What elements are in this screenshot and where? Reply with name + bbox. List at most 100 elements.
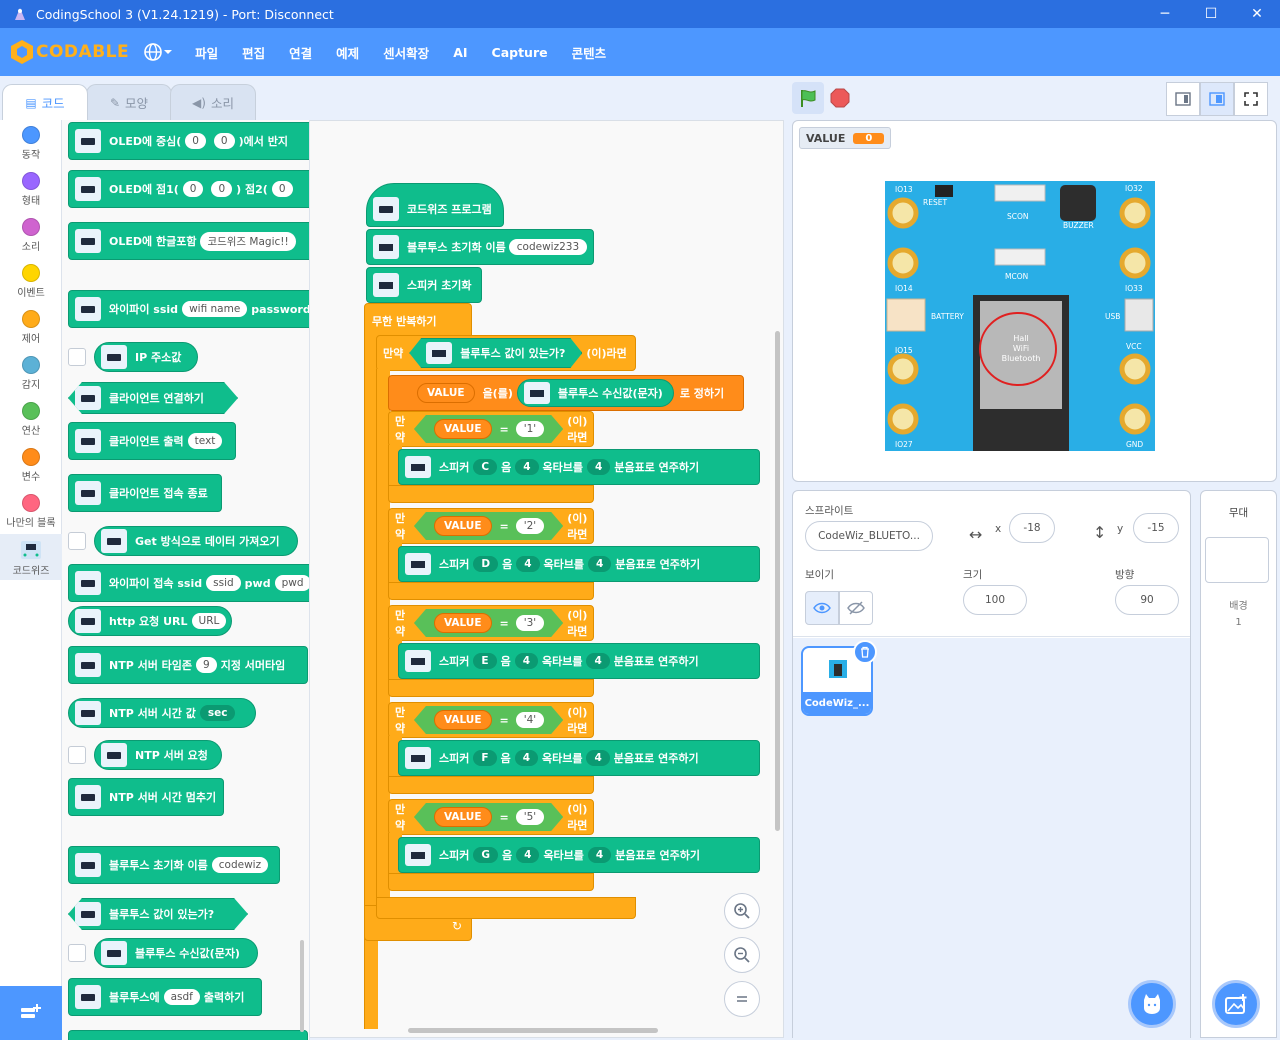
if-bt-block[interactable]: 만약 블루투스 값이 있는가? (이)라면 [376,335,636,371]
variable-reporter[interactable]: VALUE [434,807,492,827]
block-oled-center[interactable]: OLED에 중심( 0 0 )에서 반지 [68,122,309,160]
note-dropdown[interactable]: G [473,847,498,863]
beat-dropdown[interactable]: 4 [586,750,610,766]
beat-dropdown[interactable]: 4 [588,556,612,572]
beat-dropdown[interactable]: 4 [587,459,611,475]
bt-recv-reporter[interactable]: 블루투스 수신값(문자) [516,379,674,407]
block-client-print[interactable]: 클라이언트 출력 text [68,422,236,460]
sprite-x-input[interactable]: -18 [1009,513,1055,543]
codable-logo[interactable]: CODABLE [10,39,129,65]
compare-value-input[interactable]: '5' [516,809,544,825]
fullscreen-button[interactable] [1234,82,1268,116]
tab-code[interactable]: ▤ 코드 [2,84,88,120]
note-dropdown[interactable]: D [473,556,499,572]
if-value-block[interactable]: 만약 VALUE = '3' (이)라면 [388,605,594,641]
beat-dropdown[interactable]: 4 [587,847,612,863]
set-variable-block[interactable]: VALUE 을(를) 블루투스 수신값(문자) 로 정하기 [388,375,744,411]
block-ntp-stop[interactable]: NTP 서버 시간 멈추기 [68,778,224,816]
arg-input[interactable]: text [187,433,223,449]
arg-input[interactable]: 0 [182,181,204,197]
beat-dropdown[interactable]: 4 [586,653,610,669]
speaker-init-block[interactable]: 스피커 초기화 [366,267,482,303]
arg-input[interactable]: ssid [206,575,241,591]
arg-input[interactable]: 0 [213,133,235,149]
octave-dropdown[interactable]: 4 [516,847,540,863]
octave-dropdown[interactable]: 4 [514,653,538,669]
note-dropdown[interactable]: E [473,653,497,669]
zoom-in-button[interactable] [724,893,760,929]
sprite-y-input[interactable]: -15 [1133,513,1179,543]
menu-file[interactable]: 파일 [183,43,230,62]
bt-name-input[interactable]: codewiz233 [508,239,588,255]
stage-target-panel[interactable]: 무대 배경 1 [1200,490,1277,1038]
palette-scrollbar[interactable] [300,940,304,1032]
block-oled-point[interactable]: OLED에 점1( 0 0 ) 점2( 0 [68,170,309,208]
show-button[interactable] [805,591,839,625]
block-http-url[interactable]: http 요청 URL URL [68,606,232,636]
play-note-block[interactable]: 스피커 D 음 4 옥타브를 4 분음표로 연주하기 [398,546,760,582]
checkbox-bt-recv[interactable] [68,944,86,962]
octave-dropdown[interactable]: 4 [514,750,538,766]
codewiz-board-sprite[interactable]: Hall WiFi Bluetooth IO13 RESET SCON BUZZ… [885,181,1155,451]
arg-input[interactable]: codewiz [211,857,269,873]
stage[interactable]: VALUE 0 Hall WiFi Bluetooth IO13 RESET S… [792,120,1277,482]
block-partial[interactable] [68,1030,308,1040]
stop-icon[interactable] [830,88,850,108]
equals-condition[interactable]: VALUE = '4' [414,706,563,734]
bt-has-value-condition[interactable]: 블루투스 값이 있는가? [409,338,582,368]
equals-condition[interactable]: VALUE = '5' [414,803,563,831]
compare-value-input[interactable]: '3' [516,615,544,631]
checkbox-ntp-request[interactable] [68,746,86,764]
block-oled-korean[interactable]: OLED에 한글포함 코드위즈 Magic!! [68,222,309,260]
arg-input[interactable]: wifi name [182,301,248,317]
menu-capture[interactable]: Capture [480,45,560,60]
menu-sensor-ext[interactable]: 센서확장 [371,43,441,62]
script-hscrollbar[interactable] [408,1028,658,1033]
menu-examples[interactable]: 예제 [324,43,371,62]
delete-sprite-button[interactable] [853,640,877,664]
compare-value-input[interactable]: '2' [516,518,544,534]
octave-dropdown[interactable]: 4 [516,556,540,572]
category-looks[interactable]: 형태 [0,166,62,212]
zoom-reset-button[interactable] [724,981,760,1017]
play-note-block[interactable]: 스피커 F 음 4 옥타브를 4 분음표로 연주하기 [398,740,760,776]
arg-input[interactable]: asdf [163,989,200,1005]
block-bt-init[interactable]: 블루투스 초기화 이름 codewiz [68,846,280,884]
variable-reporter[interactable]: VALUE [434,419,492,439]
equals-condition[interactable]: VALUE = '1' [414,415,563,443]
arg-dropdown[interactable]: sec [199,705,236,721]
sprite-size-input[interactable]: 100 [963,585,1027,615]
script-vscrollbar[interactable] [775,331,780,831]
menu-connect[interactable]: 연결 [277,43,324,62]
block-ntp-request[interactable]: NTP 서버 요청 [94,740,222,770]
checkbox-ip[interactable] [68,348,86,366]
variable-reporter[interactable]: VALUE [434,613,492,633]
if-value-block[interactable]: 만약 VALUE = '2' (이)라면 [388,508,594,544]
block-client-connect[interactable]: 클라이언트 연결하기 [68,382,238,414]
category-sound[interactable]: 소리 [0,212,62,258]
hat-block[interactable]: 코드위즈 프로그램 [366,183,504,227]
equals-condition[interactable]: VALUE = '3' [414,609,563,637]
maximize-button[interactable]: ☐ [1188,0,1234,28]
block-ntp-time[interactable]: NTP 서버 시간 값 sec [68,698,256,728]
hide-button[interactable] [839,591,873,625]
menu-contents[interactable]: 콘텐츠 [560,43,619,62]
bt-init-block[interactable]: 블루투스 초기화 이름 codewiz233 [366,229,594,265]
arg-input[interactable]: 0 [271,181,293,197]
variable-dropdown[interactable]: VALUE [417,383,475,403]
category-operators[interactable]: 연산 [0,396,62,442]
add-backdrop-button[interactable] [1212,980,1260,1028]
octave-dropdown[interactable]: 4 [515,459,539,475]
zoom-out-button[interactable] [724,937,760,973]
language-selector[interactable] [143,42,173,62]
block-wifi-connect[interactable]: 와이파이 접속 ssid ssid pwd pwd [68,564,309,602]
play-note-block[interactable]: 스피커 C 음 4 옥타브를 4 분음표로 연주하기 [398,449,760,485]
menu-edit[interactable]: 편집 [230,43,277,62]
sprite-direction-input[interactable]: 90 [1115,585,1179,615]
compare-value-input[interactable]: '1' [516,421,544,437]
tab-sounds[interactable]: ◀) 소리 [170,84,256,120]
add-extension-button[interactable] [0,986,62,1040]
if-value-block[interactable]: 만약 VALUE = '5' (이)라면 [388,799,594,835]
close-button[interactable]: ✕ [1234,0,1280,28]
arg-input[interactable]: 9 [196,657,217,673]
